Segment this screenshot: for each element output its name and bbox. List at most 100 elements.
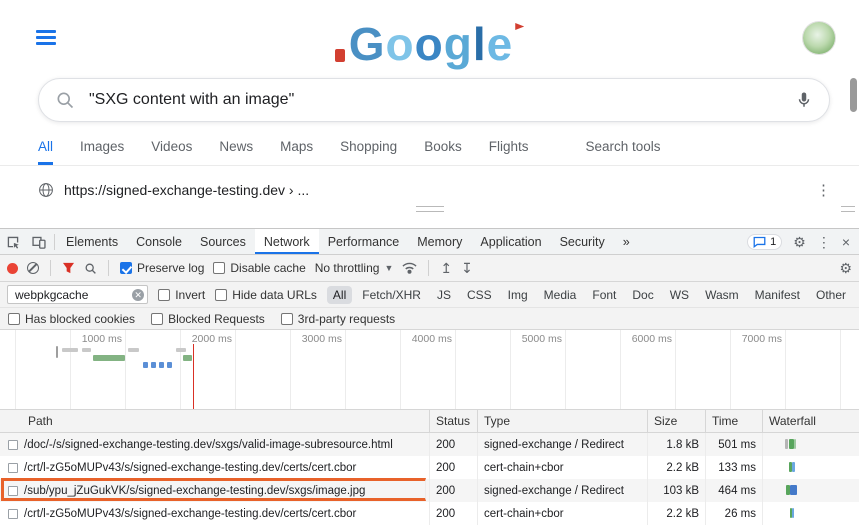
devtools-tab-performance[interactable]: Performance [319, 229, 409, 254]
tab-news[interactable]: News [219, 139, 253, 165]
network-conditions-icon[interactable] [402, 262, 417, 274]
search-box[interactable] [38, 78, 830, 122]
checkbox-icon [151, 313, 163, 325]
devtools-tab-network[interactable]: Network [255, 229, 319, 254]
filter-type-css[interactable]: CSS [461, 286, 498, 304]
devtools-resize-handle-right[interactable] [841, 206, 855, 212]
clear-requests-icon[interactable] [27, 262, 39, 274]
table-row[interactable]: /crt/l-zG5oMUPv43/s/signed-exchange-test… [0, 502, 859, 525]
profile-avatar[interactable] [803, 22, 835, 54]
site-favicon-globe-icon [38, 182, 54, 198]
third-party-requests-label: 3rd-party requests [298, 312, 395, 326]
tab-maps[interactable]: Maps [280, 139, 313, 165]
network-overview-timeline[interactable]: 1000 ms 2000 ms 3000 ms 4000 ms 5000 ms … [0, 330, 859, 410]
filter-funnel-icon[interactable] [62, 262, 75, 274]
table-row[interactable]: /doc/-/s/signed-exchange-testing.dev/sxg… [0, 433, 859, 456]
request-type: cert-chain+cbor [478, 502, 648, 525]
google-doodle[interactable]: G o o g l e [0, 4, 859, 68]
filter-type-font[interactable]: Font [586, 286, 622, 304]
column-header-waterfall[interactable]: Waterfall [763, 410, 859, 432]
request-path: /crt/l-zG5oMUPv43/s/signed-exchange-test… [24, 462, 356, 474]
hide-data-urls-checkbox[interactable]: Hide data URLs [215, 288, 317, 302]
throttling-dropdown[interactable]: No throttling ▼ [315, 261, 394, 275]
filter-type-img[interactable]: Img [502, 286, 534, 304]
search-input[interactable] [87, 90, 783, 110]
inspect-element-icon[interactable] [0, 229, 26, 254]
devtools-close-icon[interactable]: × [842, 235, 850, 249]
request-type: signed-exchange / Redirect [478, 479, 648, 502]
tab-shopping[interactable]: Shopping [340, 139, 397, 165]
import-har-icon[interactable]: ↥ [440, 261, 452, 275]
filter-type-doc[interactable]: Doc [626, 286, 659, 304]
tab-images[interactable]: Images [80, 139, 124, 165]
doodle-flag-decoration [515, 23, 524, 30]
devtools-tab-console[interactable]: Console [127, 229, 191, 254]
devtools-tab-application[interactable]: Application [471, 229, 550, 254]
console-messages-badge[interactable]: 1 [747, 234, 782, 250]
timeline-activity-bars [0, 330, 859, 409]
preserve-log-checkbox[interactable]: Preserve log [120, 261, 204, 275]
filter-type-manifest[interactable]: Manifest [749, 286, 806, 304]
row-checkbox[interactable] [8, 440, 18, 450]
request-status: 200 [430, 479, 478, 502]
filter-input[interactable] [13, 287, 132, 303]
column-header-path[interactable]: Path [0, 410, 430, 432]
devtools-tab-elements[interactable]: Elements [57, 229, 127, 254]
devtools-resize-handle[interactable] [416, 206, 444, 212]
request-status: 200 [430, 433, 478, 456]
disable-cache-label: Disable cache [230, 261, 305, 275]
row-checkbox[interactable] [8, 463, 18, 473]
clear-filter-icon[interactable]: ✕ [132, 289, 144, 301]
devtools-tab-security[interactable]: Security [551, 229, 614, 254]
invert-checkbox[interactable]: Invert [158, 288, 205, 302]
column-header-size[interactable]: Size [648, 410, 706, 432]
filter-type-js[interactable]: JS [431, 286, 457, 304]
filter-type-fetch-xhr[interactable]: Fetch/XHR [356, 286, 427, 304]
filter-type-media[interactable]: Media [538, 286, 583, 304]
filter-type-all[interactable]: All [327, 286, 352, 304]
table-row-highlighted[interactable]: /sub/ypu_jZuGukVK/s/signed-exchange-test… [0, 479, 859, 502]
column-header-time[interactable]: Time [706, 410, 763, 432]
column-header-type[interactable]: Type [478, 410, 648, 432]
devtools-settings-gear-icon[interactable]: ⚙ [793, 235, 806, 249]
column-header-status[interactable]: Status [430, 410, 478, 432]
devtools-tab-sources[interactable]: Sources [191, 229, 255, 254]
search-result: https://signed-exchange-testing.dev › ..… [0, 166, 859, 199]
export-har-icon[interactable]: ↧ [461, 261, 473, 275]
doodle-letter: l [473, 20, 486, 68]
request-time: 26 ms [706, 502, 763, 525]
search-requests-icon[interactable] [84, 262, 97, 275]
microphone-icon[interactable] [795, 91, 813, 109]
devtools-tab-memory[interactable]: Memory [408, 229, 471, 254]
filter-type-ws[interactable]: WS [664, 286, 695, 304]
doodle-letter: g [444, 20, 472, 68]
has-blocked-cookies-checkbox[interactable]: Has blocked cookies [8, 312, 135, 326]
tab-books[interactable]: Books [424, 139, 462, 165]
network-toolbar: Preserve log Disable cache No throttling… [0, 255, 859, 282]
filter-type-other[interactable]: Other [810, 286, 852, 304]
third-party-requests-checkbox[interactable]: 3rd-party requests [281, 312, 395, 326]
checkbox-checked-icon [120, 262, 132, 274]
blocked-requests-checkbox[interactable]: Blocked Requests [151, 312, 265, 326]
disable-cache-checkbox[interactable]: Disable cache [213, 261, 305, 275]
row-checkbox[interactable] [8, 486, 18, 496]
request-waterfall [763, 479, 859, 502]
filter-type-wasm[interactable]: Wasm [699, 286, 745, 304]
request-type-filters: All Fetch/XHR JS CSS Img Media Font Doc … [327, 286, 852, 304]
table-row[interactable]: /crt/l-zG5oMUPv43/s/signed-exchange-test… [0, 456, 859, 479]
page-scrollbar[interactable] [850, 78, 857, 112]
devtools-more-tabs-icon[interactable]: » [614, 229, 639, 254]
tab-flights[interactable]: Flights [489, 139, 529, 165]
network-settings-gear-icon[interactable]: ⚙ [839, 261, 852, 275]
device-toolbar-icon[interactable] [26, 229, 52, 254]
devtools-menu-icon[interactable]: ⋮ [817, 235, 831, 249]
record-button[interactable] [7, 263, 18, 274]
search-tools-button[interactable]: Search tools [585, 139, 660, 165]
invert-label: Invert [175, 288, 205, 302]
tab-videos[interactable]: Videos [151, 139, 192, 165]
tab-all[interactable]: All [38, 139, 53, 165]
request-path: /sub/ypu_jZuGukVK/s/signed-exchange-test… [24, 485, 365, 497]
result-menu-icon[interactable]: ⋮ [816, 181, 831, 199]
result-url[interactable]: https://signed-exchange-testing.dev › ..… [64, 182, 806, 198]
row-checkbox[interactable] [8, 509, 18, 519]
